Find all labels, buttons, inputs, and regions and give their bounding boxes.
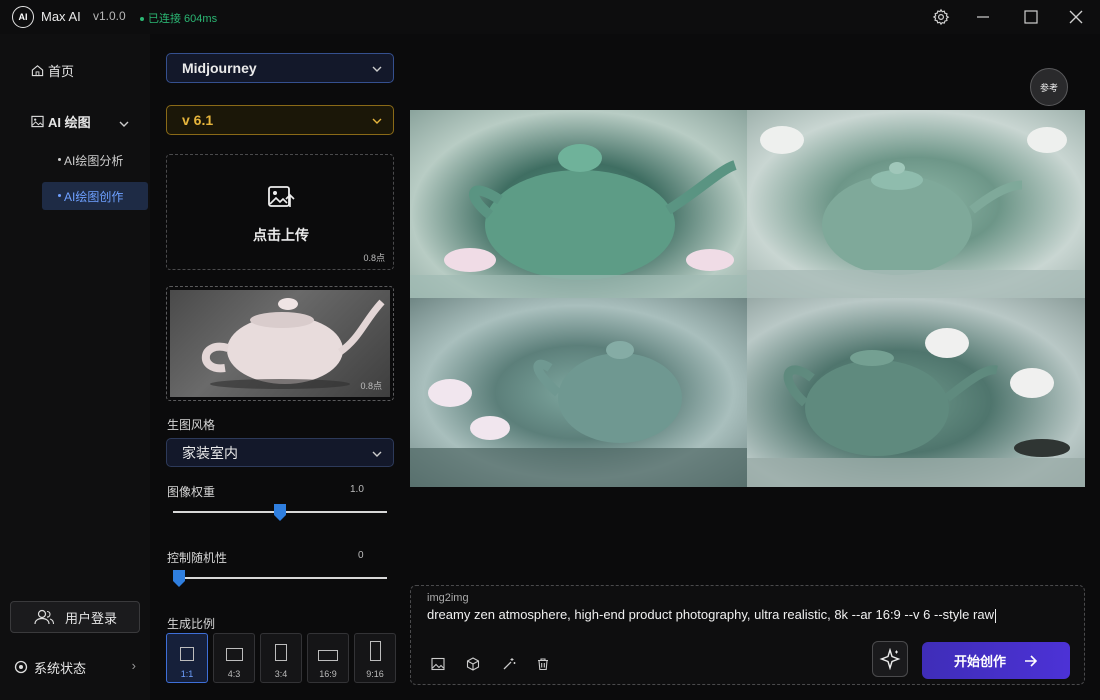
arrow-right-icon	[1024, 654, 1038, 667]
chevron-down-icon	[371, 447, 383, 463]
magic-wand-icon[interactable]	[499, 654, 519, 674]
system-status[interactable]: 系统状态 ›	[14, 656, 140, 678]
sidebar-item-label: AI绘图创作	[64, 189, 124, 204]
connection-status: 已连接 604ms	[140, 10, 217, 26]
ratio-option-1-1[interactable]: 1:1	[166, 633, 208, 683]
version-select[interactable]: v 6.1	[166, 105, 394, 135]
close-icon[interactable]	[1063, 4, 1089, 30]
minimize-icon[interactable]	[970, 4, 996, 30]
ratio-options: 1:1 4:3 3:4 16:9 9:16	[166, 633, 396, 683]
chevron-down-icon[interactable]	[118, 117, 130, 135]
reference-label: 参考	[1039, 82, 1058, 93]
result-image-grid	[410, 110, 1085, 487]
model-select[interactable]: Midjourney	[166, 53, 394, 83]
slider-handle[interactable]	[173, 570, 185, 587]
ratio-text: 9:16	[366, 669, 384, 679]
app-version: v1.0.0	[93, 9, 126, 23]
ratio-option-4-3[interactable]: 4:3	[213, 633, 255, 683]
image-icon	[30, 115, 44, 129]
style-label: 生图风格	[167, 418, 216, 432]
ratio-option-9-16[interactable]: 9:16	[354, 633, 396, 683]
image-icon[interactable]	[428, 654, 448, 674]
style-select[interactable]: 家装室内	[166, 438, 394, 467]
ratio-text: 4:3	[227, 669, 241, 679]
model-value: Midjourney	[182, 60, 257, 76]
status-target-icon	[14, 660, 28, 674]
users-icon	[33, 609, 55, 625]
tall-icon	[369, 641, 381, 661]
cube-icon[interactable]	[463, 654, 483, 674]
upload-image-icon	[267, 183, 295, 216]
ratio-text: 3:4	[274, 669, 288, 679]
random-slider[interactable]	[173, 568, 387, 588]
chevron-down-icon	[371, 62, 383, 78]
start-create-button[interactable]: 开始创作	[922, 642, 1070, 679]
result-image-4[interactable]	[747, 298, 1085, 487]
login-button[interactable]: 用户登录	[10, 601, 140, 633]
connection-text: 已连接 604ms	[148, 13, 218, 25]
landscape-icon	[225, 648, 243, 661]
weight-label: 图像权重	[167, 485, 216, 499]
result-image-1[interactable]	[410, 110, 747, 298]
text-caret	[994, 608, 996, 623]
slider-track	[173, 577, 387, 579]
result-image-3[interactable]	[410, 298, 747, 487]
upload-cost: 0.8点	[363, 253, 385, 263]
style-value: 家装室内	[182, 444, 238, 461]
ratio-text: 1:1	[180, 669, 194, 679]
thumb-cost: 0.8点	[360, 381, 382, 391]
result-image-2[interactable]	[747, 110, 1085, 298]
login-label: 用户登录	[64, 610, 117, 626]
nav-home-label: 首页	[48, 64, 75, 79]
home-icon	[30, 64, 44, 78]
version-value: v 6.1	[182, 112, 214, 128]
wide-icon	[318, 650, 338, 661]
prompt-text: dreamy zen atmosphere, high-end product …	[427, 607, 994, 622]
ratio-option-16-9[interactable]: 16:9	[307, 633, 349, 683]
title-bar: AI Max AI v1.0.0 已连接 604ms	[0, 0, 1100, 34]
app-logo: AI	[12, 6, 34, 28]
trash-icon[interactable]	[533, 654, 553, 674]
reference-thumbnail[interactable]: 0.8点	[166, 286, 394, 401]
system-status-label: 系统状态	[34, 660, 87, 676]
reference-button[interactable]: 参考	[1030, 68, 1068, 106]
teapot-render-image: 0.8点	[170, 290, 390, 397]
maximize-icon[interactable]	[1018, 4, 1044, 30]
app-name: Max AI	[41, 9, 81, 24]
chevron-down-icon	[371, 114, 383, 130]
ratio-label: 生成比例	[167, 617, 216, 631]
logo-text: AI	[18, 12, 28, 22]
weight-value: 1.0	[350, 484, 364, 495]
ratio-text: 16:9	[319, 669, 337, 679]
upload-label: 点击上传	[253, 227, 309, 243]
sparkle-icon[interactable]	[872, 641, 908, 677]
prompt-mode-tag: img2img	[427, 592, 469, 604]
slider-handle[interactable]	[274, 504, 286, 521]
settings-gear-icon[interactable]	[928, 4, 954, 30]
start-create-label: 开始创作	[953, 654, 1006, 669]
nav-ai-draw-label: AI 绘图	[48, 115, 91, 130]
random-value: 0	[358, 550, 364, 561]
portrait-icon	[275, 644, 287, 661]
chevron-right-icon: ›	[131, 658, 136, 673]
prompt-box[interactable]: img2img dreamy zen atmosphere, high-end …	[410, 585, 1085, 685]
sidebar-item-ai-create[interactable]: AI绘图创作	[42, 182, 148, 210]
square-icon	[180, 647, 194, 661]
upload-area[interactable]: 点击上传 0.8点	[166, 154, 394, 270]
sidebar-item-label: AI绘图分析	[64, 153, 124, 168]
status-dot-icon	[140, 17, 144, 22]
random-label: 控制随机性	[167, 551, 228, 565]
control-panel: Midjourney v 6.1 点击上传 0.8点 0.8点 生图风格 家装室…	[150, 34, 400, 700]
sidebar-item-ai-analysis[interactable]: AI绘图分析	[42, 146, 148, 174]
sidebar: 首页 AI 绘图 AI绘图分析 AI绘图创作 用户登录 系统状态 ›	[0, 34, 150, 700]
ratio-option-3-4[interactable]: 3:4	[260, 633, 302, 683]
weight-slider[interactable]	[173, 502, 387, 522]
prompt-input[interactable]: dreamy zen atmosphere, high-end product …	[427, 607, 996, 623]
